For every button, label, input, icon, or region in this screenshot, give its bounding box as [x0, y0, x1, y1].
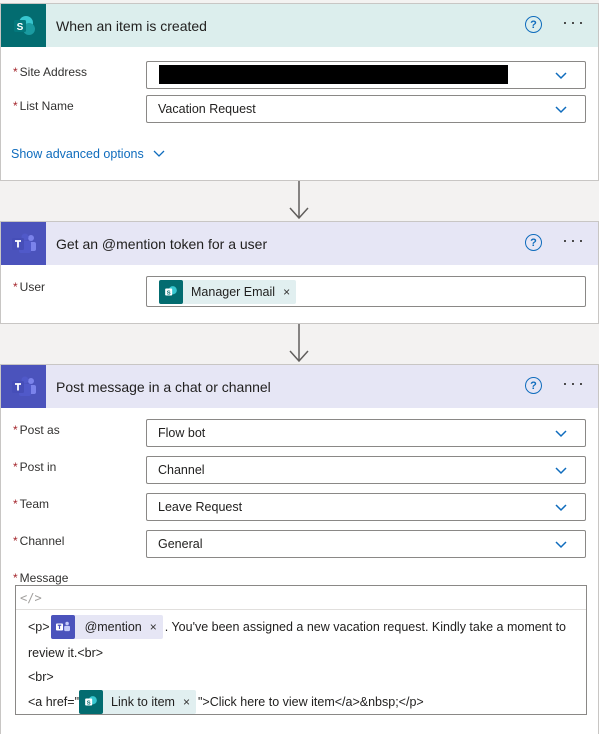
- link-to-item-token[interactable]: S Link to item ×: [79, 690, 196, 714]
- post-message-title: Post message in a chat or channel: [56, 378, 271, 395]
- message-line-2: review it.<br>: [28, 646, 104, 660]
- message-line-4: <a href=" S Link to item × ">Click here …: [28, 690, 424, 714]
- site-address-dropdown[interactable]: [146, 61, 586, 89]
- team-dropdown[interactable]: Leave Request: [146, 493, 586, 521]
- teams-icon: [1, 365, 46, 408]
- user-input[interactable]: S Manager Email ×: [146, 276, 586, 307]
- sharepoint-icon: S: [159, 279, 183, 304]
- list-name-dropdown[interactable]: Vacation Request: [146, 95, 586, 123]
- help-icon[interactable]: ?: [525, 234, 542, 251]
- trigger-header[interactable]: S When an item is created ? ···: [1, 4, 598, 47]
- message-line-3: <br>: [28, 670, 54, 684]
- mention-token-card: Get an @mention token for a user ? ··· *…: [0, 221, 599, 324]
- trigger-card: S When an item is created ? ··· * Site Ad…: [0, 3, 599, 181]
- token-label: Manager Email: [191, 284, 276, 299]
- chevron-down-icon: [555, 106, 567, 114]
- chevron-down-icon: [153, 150, 165, 157]
- sharepoint-icon: S: [1, 4, 46, 47]
- user-label: * User: [13, 280, 46, 294]
- help-icon[interactable]: ?: [525, 16, 542, 33]
- team-value: Leave Request: [158, 500, 243, 514]
- mention-token[interactable]: @mention ×: [50, 615, 163, 639]
- post-as-dropdown[interactable]: Flow bot: [146, 419, 586, 447]
- token-label: @mention: [84, 620, 142, 634]
- teams-icon: [1, 222, 46, 265]
- message-label: * Message: [13, 571, 69, 585]
- channel-label: * Channel: [13, 534, 65, 548]
- post-as-value: Flow bot: [158, 426, 206, 440]
- post-in-dropdown[interactable]: Channel: [146, 456, 586, 484]
- more-options-icon[interactable]: ···: [562, 230, 586, 250]
- team-label: * Team: [13, 497, 50, 511]
- chevron-down-icon: [555, 541, 567, 549]
- manager-email-token[interactable]: S Manager Email ×: [159, 279, 297, 304]
- channel-value: General: [158, 537, 203, 551]
- show-advanced-options-link[interactable]: Show advanced options: [11, 147, 165, 161]
- code-view-icon[interactable]: </>: [20, 591, 42, 605]
- list-name-value: Vacation Request: [158, 102, 256, 116]
- teams-icon: [50, 615, 75, 639]
- message-toolbar: </>: [16, 586, 586, 610]
- redacted-value: [159, 65, 508, 84]
- connector-arrow-icon: [289, 324, 309, 363]
- post-message-header[interactable]: Post message in a chat or channel ? ···: [1, 365, 598, 408]
- remove-token-icon[interactable]: ×: [150, 620, 157, 634]
- site-address-label: * Site Address: [13, 65, 88, 79]
- svg-text:S: S: [87, 700, 91, 706]
- chevron-down-icon: [555, 72, 567, 80]
- remove-token-icon[interactable]: ×: [283, 285, 290, 299]
- svg-text:S: S: [16, 22, 23, 33]
- connector-arrow-icon: [289, 181, 309, 220]
- channel-dropdown[interactable]: General: [146, 530, 586, 558]
- message-editor[interactable]: </> <p> @mention × . You've been assigne…: [15, 585, 587, 715]
- sharepoint-icon: S: [79, 690, 104, 714]
- post-message-card: Post message in a chat or channel ? ··· …: [0, 364, 599, 734]
- post-in-label: * Post in: [13, 460, 57, 474]
- token-label: Link to item: [111, 695, 175, 709]
- message-line-1: <p> @mention × . You've been assigned a …: [28, 615, 566, 639]
- more-options-icon[interactable]: ···: [562, 373, 586, 393]
- more-options-icon[interactable]: ···: [562, 12, 586, 32]
- chevron-down-icon: [555, 467, 567, 475]
- mention-token-title: Get an @mention token for a user: [56, 235, 268, 252]
- svg-text:S: S: [167, 290, 171, 296]
- chevron-down-icon: [555, 504, 567, 512]
- chevron-down-icon: [555, 430, 567, 438]
- help-icon[interactable]: ?: [525, 377, 542, 394]
- post-as-label: * Post as: [13, 423, 60, 437]
- post-in-value: Channel: [158, 463, 205, 477]
- mention-token-header[interactable]: Get an @mention token for a user ? ···: [1, 222, 598, 265]
- list-name-label: * List Name: [13, 99, 74, 113]
- remove-token-icon[interactable]: ×: [183, 695, 190, 709]
- trigger-title: When an item is created: [56, 17, 207, 34]
